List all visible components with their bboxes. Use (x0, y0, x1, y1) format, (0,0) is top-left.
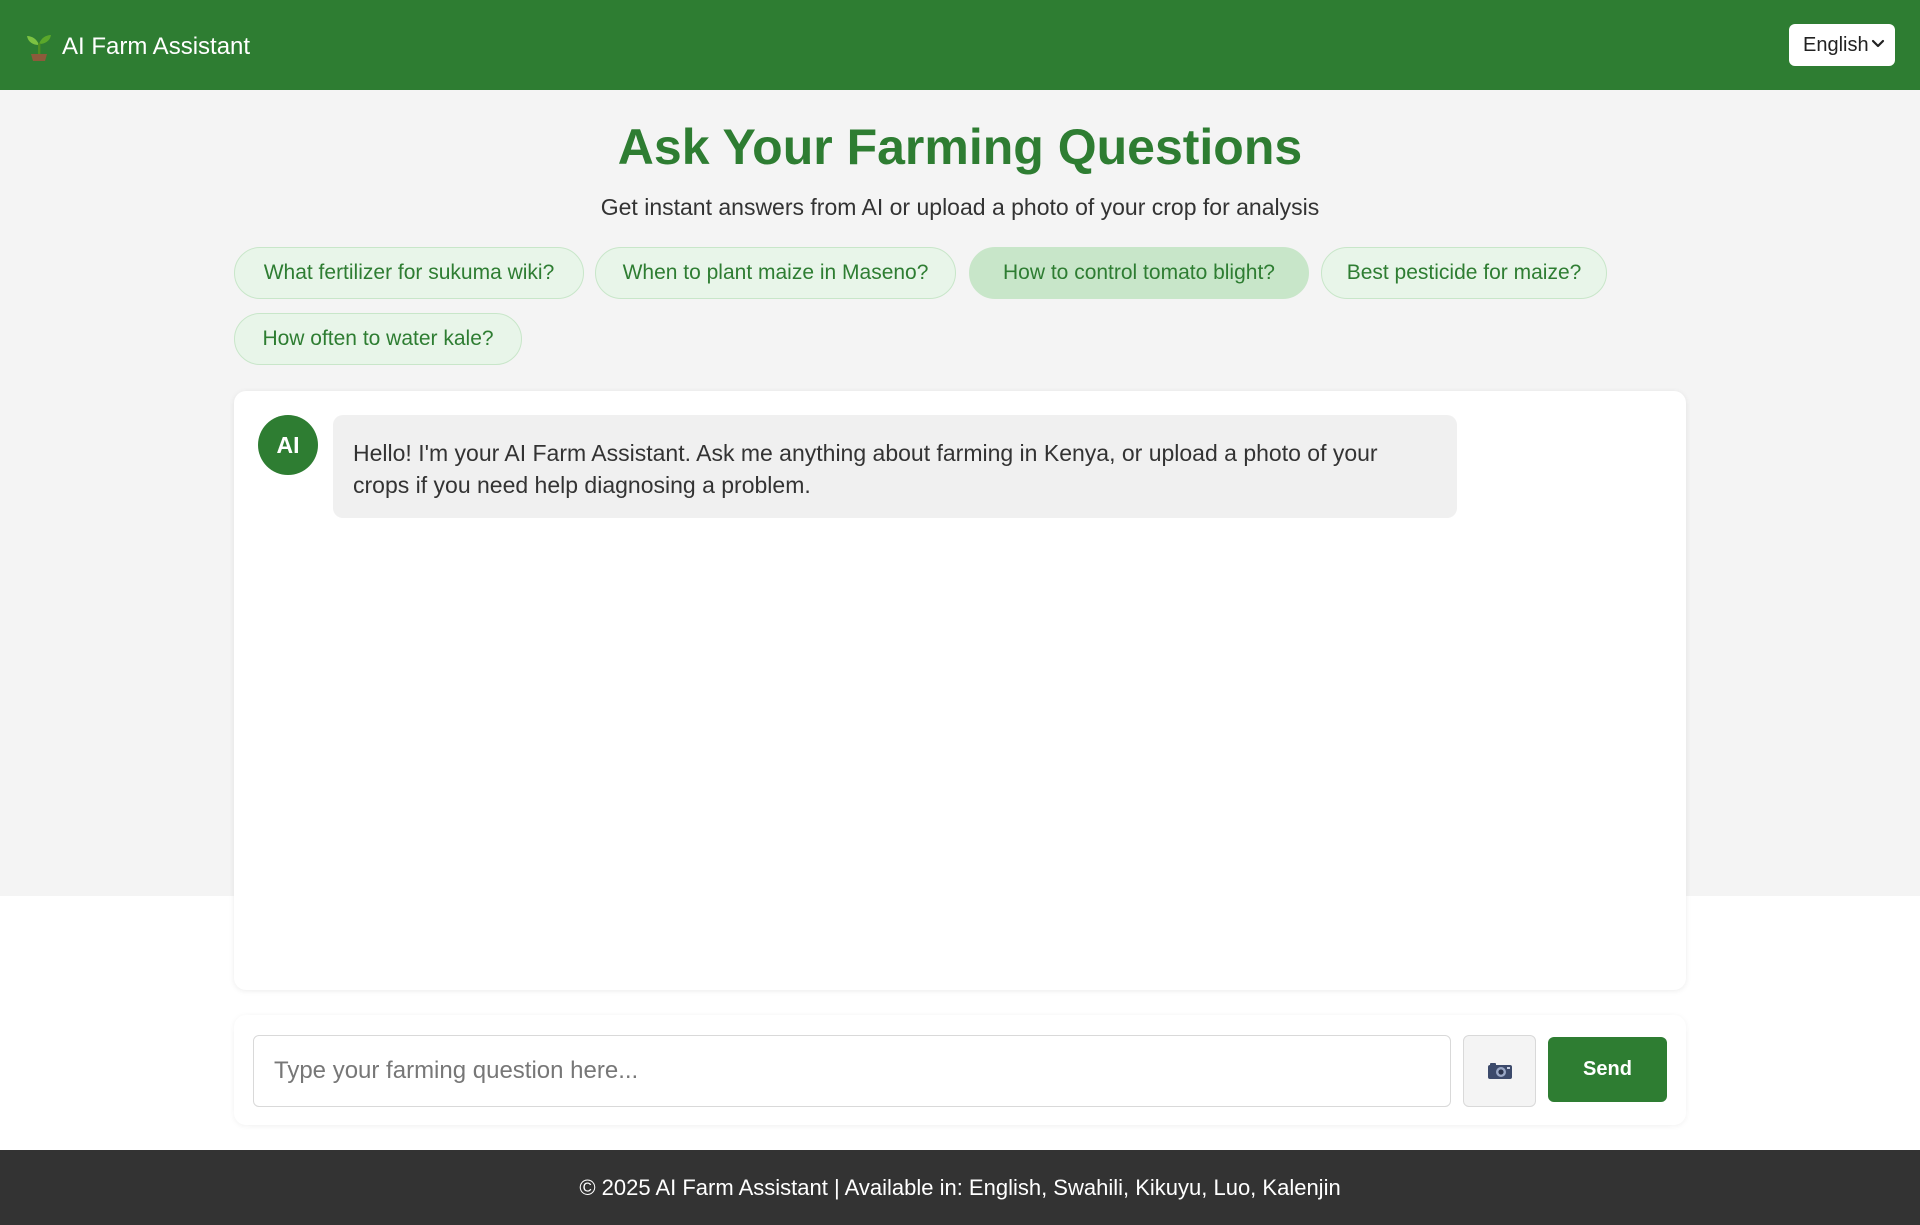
language-selected-value: English (1803, 33, 1869, 56)
chevron-down-icon (1871, 39, 1885, 48)
top-header: AI Farm Assistant English (0, 0, 1920, 90)
upload-photo-button[interactable] (1463, 1035, 1536, 1107)
camera-icon (1487, 1063, 1512, 1079)
app-title: AI Farm Assistant (62, 33, 251, 60)
suggestion-chip-highlighted[interactable]: How to control tomato blight? (969, 247, 1309, 299)
language-select[interactable]: English (1789, 24, 1895, 66)
footer-text: © 2025 AI Farm Assistant | Available in:… (579, 1175, 1341, 1200)
suggestion-chip[interactable]: How often to water kale? (234, 313, 522, 365)
question-input[interactable] (253, 1035, 1451, 1107)
ai-message-bubble: Hello! I'm your AI Farm Assistant. Ask m… (333, 415, 1457, 518)
ai-avatar: AI (258, 415, 318, 475)
send-button[interactable]: Send (1548, 1037, 1667, 1102)
suggestion-chip[interactable]: What fertilizer for sukuma wiki? (234, 247, 584, 299)
chat-window[interactable]: AI Hello! I'm your AI Farm Assistant. As… (234, 391, 1686, 990)
brand[interactable]: AI Farm Assistant (26, 32, 250, 62)
suggestion-chip[interactable]: Best pesticide for maize? (1321, 247, 1607, 299)
seedling-icon (27, 35, 51, 61)
footer: © 2025 AI Farm Assistant | Available in:… (0, 1150, 1920, 1225)
page-title: Ask Your Farming Questions (617, 119, 1303, 175)
page-subtitle: Get instant answers from AI or upload a … (600, 194, 1320, 220)
suggestion-chip[interactable]: When to plant maize in Maseno? (595, 247, 956, 299)
message-composer: Send (234, 1015, 1686, 1125)
